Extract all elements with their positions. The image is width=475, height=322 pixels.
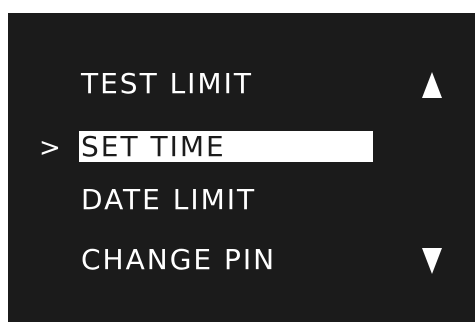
menu-item-date-limit[interactable]: DATE LIMIT	[81, 180, 256, 220]
scroll-up-icon[interactable]	[421, 71, 443, 99]
menu-item-set-time[interactable]: SET TIME	[79, 131, 373, 162]
device-screen: TEST LIMIT > SET TIME DATE LIMIT CHANGE …	[8, 13, 475, 322]
menu-item-change-pin[interactable]: CHANGE PIN	[81, 240, 276, 280]
scroll-down-icon[interactable]	[421, 247, 443, 275]
menu-item-test-limit[interactable]: TEST LIMIT	[81, 64, 253, 104]
selection-cursor: >	[39, 133, 61, 163]
